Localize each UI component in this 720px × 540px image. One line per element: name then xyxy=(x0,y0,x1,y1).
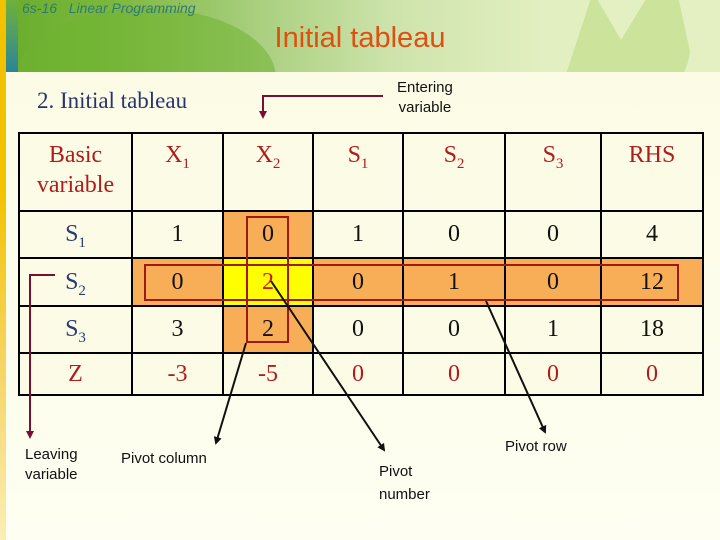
slide-title: Initial tableau xyxy=(0,22,720,55)
row-label-s1: S1 xyxy=(18,210,133,259)
cell: 18 xyxy=(600,305,704,354)
simplex-tableau: Basic variable X1 X2 S1 S2 S3 RHS S1 1 0… xyxy=(18,132,704,396)
header-x2: X2 xyxy=(222,132,314,212)
cell: 0 xyxy=(600,352,704,396)
table-row-pivot: S2 0 2 0 1 0 12 xyxy=(18,257,704,307)
row-label-s2: S2 xyxy=(18,257,133,307)
header-x1: X1 xyxy=(131,132,224,212)
cell: -3 xyxy=(131,352,224,396)
cell: 1 xyxy=(131,210,224,259)
pivot-number-label-line2: number xyxy=(379,486,430,503)
leaving-variable-label: Leaving variable xyxy=(25,445,78,485)
cell: 0 xyxy=(312,305,404,354)
row-label-s3: S3 xyxy=(18,305,133,354)
entering-label-line2: variable xyxy=(398,99,452,116)
row-label-main: S xyxy=(65,316,79,342)
header-rhs-main: RHS xyxy=(628,142,676,168)
header-basic-variable: Basic variable xyxy=(18,132,133,212)
pivot-row-label: Pivot row xyxy=(505,438,567,455)
header-basic-line2: variable xyxy=(36,172,115,198)
header-s3-sub: 3 xyxy=(555,156,564,172)
cell-pivot-row: 0 xyxy=(131,257,224,307)
row-label-sub: 1 xyxy=(78,235,86,251)
header-s3-main: S xyxy=(542,142,556,168)
cell: 0 xyxy=(504,352,602,396)
header-s3: S3 xyxy=(504,132,602,212)
header-s2: S2 xyxy=(402,132,506,212)
header-x1-main: X xyxy=(165,142,183,168)
section-heading: 2. Initial tableau xyxy=(37,88,188,113)
cell-pivot-row: 12 xyxy=(600,257,704,307)
pivot-column-label: Pivot column xyxy=(121,450,207,467)
cell: 3 xyxy=(131,305,224,354)
cell: 0 xyxy=(402,210,506,259)
header-s1-main: S xyxy=(347,142,361,168)
pivot-number-label-line1: Pivot xyxy=(379,463,413,480)
row-label-sub: 3 xyxy=(78,330,86,346)
header-rhs: RHS xyxy=(600,132,704,212)
row-label-main: S xyxy=(65,268,79,295)
header-x1-sub: 1 xyxy=(182,156,190,172)
cell: 0 xyxy=(312,352,404,396)
row-label-main: S xyxy=(65,221,79,247)
slide-title-text: Initial tableau xyxy=(274,22,446,54)
cell: 1 xyxy=(504,305,602,354)
header-s1-sub: 1 xyxy=(360,156,369,172)
table-row: S3 3 2 0 0 1 18 xyxy=(18,305,704,354)
cell: 4 xyxy=(600,210,704,259)
header-x2-main: X xyxy=(255,142,273,168)
header-x2-sub: 2 xyxy=(272,156,281,172)
entering-label-line1: Entering xyxy=(397,79,453,96)
cell-pivot-number: 2 xyxy=(222,257,314,307)
row-label-z: Z xyxy=(18,352,133,396)
leaving-label-line1: Leaving xyxy=(25,446,78,463)
table-row-z: Z -3 -5 0 0 0 0 xyxy=(18,352,704,396)
cell-pivot-row: 0 xyxy=(312,257,404,307)
slide-subtitle: 6s-16 Linear Programming xyxy=(22,0,196,16)
header-basic-line1: Basic xyxy=(48,142,103,168)
row-label-sub: 2 xyxy=(78,282,86,299)
row-label-main: Z xyxy=(68,360,83,387)
cell: 1 xyxy=(312,210,404,259)
cell: -5 xyxy=(222,352,314,396)
cell-pivot-row: 1 xyxy=(402,257,506,307)
leaving-label-line2: variable xyxy=(25,466,78,483)
cell: 0 xyxy=(402,352,506,396)
header-s2-sub: 2 xyxy=(456,156,465,172)
pivot-number-label: Pivot number xyxy=(379,462,430,505)
entering-variable-label: Entering variable xyxy=(397,78,453,118)
header-s1: S1 xyxy=(312,132,404,212)
table-row: S1 1 0 1 0 0 4 xyxy=(18,210,704,259)
slide-left-accent-bar xyxy=(0,0,6,540)
cell-pivot-column: 0 xyxy=(222,210,314,259)
cell: 0 xyxy=(504,210,602,259)
header-s2-main: S xyxy=(443,142,457,168)
cell-pivot-row: 0 xyxy=(504,257,602,307)
tableau-header-row: Basic variable X1 X2 S1 S2 S3 RHS xyxy=(18,132,704,212)
cell-pivot-column: 2 xyxy=(222,305,314,354)
cell: 0 xyxy=(402,305,506,354)
